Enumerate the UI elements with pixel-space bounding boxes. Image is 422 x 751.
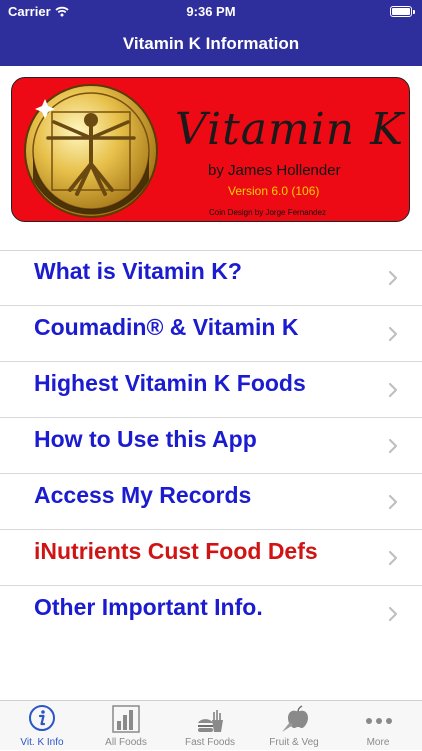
menu-item-label: What is Vitamin K? (34, 258, 242, 284)
vitruvian-coin-logo (24, 84, 158, 218)
menu-item-label: Other Important Info. (34, 594, 263, 620)
chevron-right-icon (389, 551, 397, 565)
battery-icon (390, 6, 415, 17)
menu-item-label: Coumadin® & Vitamin K (34, 314, 299, 340)
menu-item-highest-vitamin-k-foods[interactable]: Highest Vitamin K Foods (0, 362, 422, 418)
chevron-right-icon (389, 439, 397, 453)
apple-carrot-icon (282, 705, 308, 732)
tab-label: More (366, 737, 390, 748)
banner-version: Version 6.0 (106) (228, 184, 320, 198)
menu-item-other-important-info[interactable]: Other Important Info. (0, 586, 422, 642)
chevron-right-icon (389, 383, 397, 397)
nav-title: Vitamin K Information (0, 24, 422, 66)
status-time: 9:36 PM (186, 4, 236, 19)
tab-label: Vit. K Info (20, 737, 64, 748)
tab-fast-foods[interactable]: Fast Foods (168, 701, 252, 751)
tab-vit-k-info[interactable]: Vit. K Info (0, 701, 84, 751)
tab-fruit-veg[interactable]: Fruit & Veg (252, 701, 336, 751)
chevron-right-icon (389, 327, 397, 341)
menu-item-label: How to Use this App (34, 426, 257, 452)
more-dots-icon (366, 718, 392, 724)
menu-item-label: Access My Records (34, 482, 252, 508)
info-icon (29, 705, 55, 731)
status-bar: Carrier 9:36 PM (0, 0, 422, 24)
banner-title: Vitamin K (175, 104, 404, 155)
menu-item-coumadin-vitamin-k[interactable]: Coumadin® & Vitamin K (0, 306, 422, 362)
menu-item-access-my-records[interactable]: Access My Records (0, 474, 422, 530)
menu-item-how-to-use[interactable]: How to Use this App (0, 418, 422, 474)
banner-section: Vitamin K by James Hollender Version 6.0… (0, 66, 422, 251)
tab-all-foods[interactable]: All Foods (84, 701, 168, 751)
bar-chart-icon (112, 705, 140, 733)
tab-label: Fast Foods (184, 737, 236, 748)
menu-item-what-is-vitamin-k[interactable]: What is Vitamin K? (0, 250, 422, 306)
menu-item-label: Highest Vitamin K Foods (34, 370, 306, 396)
tab-label: Fruit & Veg (269, 737, 319, 748)
chevron-right-icon (389, 495, 397, 509)
tab-more[interactable]: More (336, 701, 420, 751)
tab-label: All Foods (105, 737, 147, 748)
menu-item-label: iNutrients Cust Food Defs (34, 538, 318, 564)
menu-item-inutrients-cust-food-defs[interactable]: iNutrients Cust Food Defs (0, 530, 422, 586)
app-banner: Vitamin K by James Hollender Version 6.0… (11, 77, 410, 222)
banner-author: by James Hollender (208, 162, 341, 179)
banner-coin-credit: Coin Design by Jorge Fernandez (209, 208, 326, 217)
tab-bar: Vit. K Info All Foods Fast Foods Fruit &… (0, 700, 422, 750)
chevron-right-icon (389, 607, 397, 621)
main-menu: What is Vitamin K? Coumadin® & Vitamin K… (0, 250, 422, 642)
chevron-right-icon (389, 271, 397, 285)
burger-fries-icon (198, 710, 223, 732)
